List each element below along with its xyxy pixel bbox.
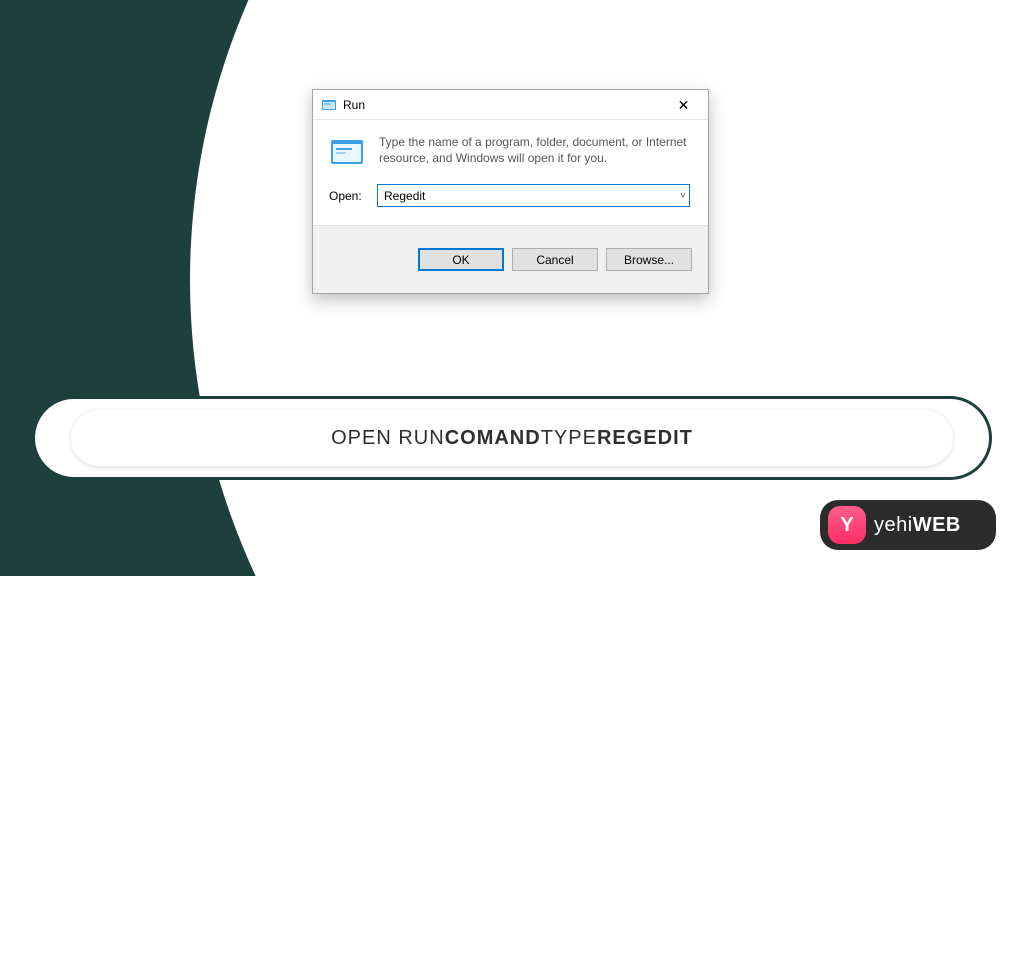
dialog-footer: OK Cancel Browse... xyxy=(313,225,708,293)
caption-part-1: OPEN RUN xyxy=(331,427,445,450)
caption-pill: OPEN RUN COMAND TYPE REGEDIT xyxy=(32,396,992,480)
dialog-body: Type the name of a program, folder, docu… xyxy=(313,120,708,225)
run-icon xyxy=(321,97,337,113)
dialog-description: Type the name of a program, folder, docu… xyxy=(379,134,690,166)
run-large-icon xyxy=(329,134,365,170)
ok-button[interactable]: OK xyxy=(418,248,504,271)
logo-badge: Y yehiWEB xyxy=(820,500,996,550)
open-input[interactable] xyxy=(377,184,690,207)
description-row: Type the name of a program, folder, docu… xyxy=(329,134,690,170)
caption-text: OPEN RUN COMAND TYPE REGEDIT xyxy=(71,410,953,466)
run-dialog: Run ✕ Type the name of a program, folder… xyxy=(312,89,709,294)
cancel-button[interactable]: Cancel xyxy=(512,248,598,271)
dialog-title: Run xyxy=(343,98,661,112)
close-button[interactable]: ✕ xyxy=(661,91,706,119)
caption-part-3: TYPE xyxy=(541,427,597,450)
logo-mark: Y xyxy=(828,506,866,544)
logo-text-a: yehi xyxy=(874,514,913,536)
open-row: Open: ˅ xyxy=(329,184,690,207)
open-combobox[interactable]: ˅ xyxy=(377,184,690,207)
caption-part-2: COMAND xyxy=(445,427,541,450)
open-label: Open: xyxy=(329,189,365,203)
close-icon: ✕ xyxy=(678,98,690,112)
caption-part-4: REGEDIT xyxy=(597,427,693,450)
logo-text-b: WEB xyxy=(913,514,961,536)
logo-text: yehiWEB xyxy=(874,514,961,537)
titlebar[interactable]: Run ✕ xyxy=(313,90,708,120)
browse-button[interactable]: Browse... xyxy=(606,248,692,271)
